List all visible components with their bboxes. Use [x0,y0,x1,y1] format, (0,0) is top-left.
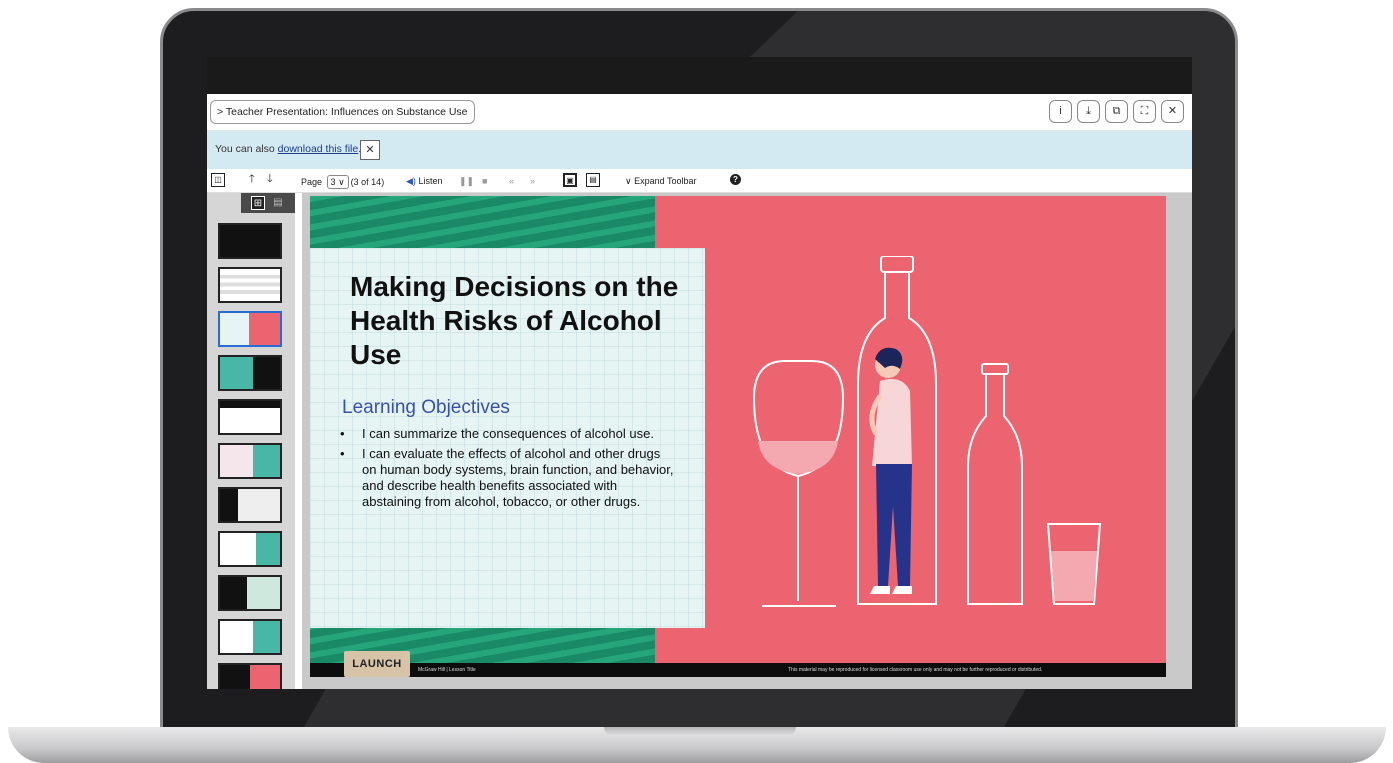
beer-bottle-icon [967,363,1023,605]
launch-tag: LAUNCH [344,651,410,677]
page-thumbnail[interactable] [218,487,282,523]
objective-text: I can evaluate the effects of alcohol an… [362,446,674,509]
slide-text-panel: Making Decisions on the Health Risks of … [310,248,705,628]
page-thumbnail[interactable] [218,443,282,479]
thumbnail-sidebar: ⊞ ▤ [207,193,295,689]
outline-view-icon[interactable]: ▤ [271,196,285,210]
woman-figure [869,347,912,594]
slide-title: Making Decisions on the Health Risks of … [350,271,679,370]
slide-footer: McGraw Hill | Lesson Title This material… [310,663,1166,677]
page-thumbnail[interactable] [218,575,282,611]
bullet-icon: • [340,426,345,441]
close-icon[interactable]: ✕ [1161,100,1184,123]
slide-page: Making Decisions on the Health Risks of … [310,196,1166,677]
bullet-icon: • [340,446,345,461]
footer-left-text: McGraw Hill | Lesson Title [418,667,476,673]
page-thumbnail[interactable] [218,619,282,655]
arrow-up-icon[interactable]: 🡑 [249,173,255,185]
page-thumbnail[interactable] [218,267,282,303]
two-page-view-icon[interactable]: ▤ [586,173,600,187]
laptop-base-notch [604,727,796,736]
slide-viewport: Making Decisions on the Health Risks of … [302,193,1192,689]
rewind-icon[interactable]: « [509,175,514,187]
pdf-toolbar: ◫ 🡑 🡓 Page 3 ∨ (3 of 14) ◀) Listen ❚❚ ■ «… [207,170,1192,193]
window-buttons: i ⤓ ⧉ ⛶ ✕ [1049,100,1184,123]
chevron-right-icon: > [217,106,224,118]
page-label: Page [301,177,323,187]
sidebar-toggle-icon[interactable]: ◫ [211,173,225,187]
speaker-icon: ◀) [406,176,416,186]
page-thumbnail[interactable] [218,531,282,567]
thumbnail-tabs: ⊞ ▤ [241,193,295,213]
grid-view-icon[interactable]: ⊞ [251,196,265,210]
viewer-title-bar: > Teacher Presentation: Influences on Su… [207,94,1192,131]
wine-liquid [758,441,838,474]
top-pattern-band [310,196,655,252]
open-external-icon[interactable]: ⧉ [1105,100,1128,123]
page-thumbnail[interactable] [218,311,282,347]
download-icon[interactable]: ⤓ [1077,100,1100,123]
document-title-button[interactable]: > Teacher Presentation: Influences on Su… [210,100,475,124]
page-thumbnail[interactable] [218,223,282,259]
single-page-view-icon[interactable]: ▣ [563,173,577,187]
fullscreen-icon[interactable]: ⛶ [1133,100,1156,123]
objective-text: I can summarize the consequences of alco… [362,426,654,441]
wine-glass-icon [752,360,845,607]
download-notice: You can also download this file. ✕ [207,131,1192,169]
notice-prefix: You can also [215,143,278,155]
objectives-list: • I can summarize the consequences of alc… [338,426,678,514]
notice-text: You can also download this file. [215,143,361,155]
expand-toolbar-button[interactable]: ∨ Expand Toolbar [625,175,697,187]
objectives-heading: Learning Objectives [342,397,510,418]
footer-copyright-text: This material may be reproduced for lice… [788,667,1043,673]
document-title: Teacher Presentation: Influences on Subs… [225,106,468,118]
notice-close-icon[interactable]: ✕ [360,140,380,160]
page-thumbnail[interactable] [218,399,282,435]
page-value: 3 [330,177,336,187]
stop-icon[interactable]: ■ [482,175,487,187]
list-item: • I can evaluate the effects of alcohol a… [338,446,678,510]
page-navigator: Page 3 ∨ (3 of 14) [301,175,384,189]
page-select[interactable]: 3 ∨ [326,175,349,189]
chevron-down-icon: ∨ [338,177,345,187]
chevron-down-icon: ∨ [625,176,632,186]
listen-label: Listen [418,176,443,186]
page-thumbnail[interactable] [218,663,282,689]
shot-liquid [1051,551,1097,601]
info-icon[interactable]: i [1049,100,1072,123]
list-item: • I can summarize the consequences of alc… [338,426,678,442]
alcohol-bottles-illustration [752,256,1102,607]
arrow-down-icon[interactable]: 🡓 [267,173,273,185]
fast-forward-icon[interactable]: » [530,175,535,187]
page-count: (3 of 14) [350,177,385,187]
download-link[interactable]: download this file [278,143,359,155]
help-icon[interactable]: ? [730,174,741,185]
listen-button[interactable]: ◀) Listen [406,175,442,187]
screen-top-bar [207,57,1192,94]
pause-icon[interactable]: ❚❚ [459,175,474,187]
expand-toolbar-label: Expand Toolbar [634,176,697,186]
page-thumbnail[interactable] [218,355,282,391]
screen: > Teacher Presentation: Influences on Su… [207,57,1192,689]
